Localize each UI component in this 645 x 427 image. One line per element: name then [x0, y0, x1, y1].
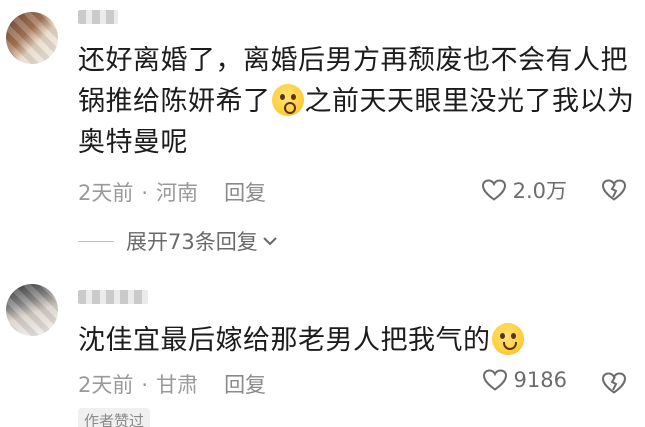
like-button[interactable]: 2.0万	[481, 175, 567, 205]
comment-meta: 2天前 · 甘肃 回复	[78, 369, 266, 399]
comment-item: 沈佳宜最后嫁给那老男人把我气的 2天前 · 甘肃 回复 9186 作者赞过	[0, 272, 645, 427]
separator: ·	[141, 373, 149, 397]
smiling-face-emoji-icon	[491, 323, 524, 355]
like-count: 2.0万	[512, 179, 567, 203]
expand-replies-label: 展开73条回复	[126, 230, 258, 254]
like-button[interactable]: 9186	[482, 368, 567, 392]
comment-time: 2天前	[78, 181, 134, 205]
heart-icon	[482, 369, 507, 391]
comment-meta: 2天前 · 河南 回复	[78, 177, 266, 207]
author-liked-badge: 作者赞过	[78, 408, 151, 427]
heart-icon	[481, 179, 506, 201]
comment-location: 河南	[156, 181, 199, 205]
comment-text: 还好离婚了，离婚后男方再颓废也不会有人把锅推给陈妍希了 之前天天眼里没光了我以为奥…	[78, 40, 638, 163]
expand-replies-button[interactable]: 展开73条回复	[78, 226, 278, 256]
separator: ·	[141, 181, 149, 205]
username-blurred[interactable]	[78, 10, 118, 24]
dislike-icon[interactable]	[601, 178, 627, 202]
divider	[78, 240, 114, 242]
dislike-icon[interactable]	[601, 371, 627, 395]
comment-text: 沈佳宜最后嫁给那老男人把我气的	[78, 320, 638, 361]
reply-button[interactable]: 回复	[224, 181, 266, 205]
avatar[interactable]	[6, 284, 58, 336]
avatar[interactable]	[6, 12, 58, 64]
comment-item: 还好离婚了，离婚后男方再颓废也不会有人把锅推给陈妍希了 之前天天眼里没光了我以为奥…	[0, 0, 645, 262]
comment-time: 2天前	[78, 373, 134, 397]
scared-face-emoji-icon	[271, 84, 304, 116]
chevron-down-icon	[263, 237, 277, 246]
reply-button[interactable]: 回复	[224, 373, 266, 397]
username-blurred[interactable]	[78, 290, 148, 304]
comment-location: 甘肃	[156, 373, 199, 397]
like-count: 9186	[513, 368, 567, 392]
comment-text-part: 沈佳宜最后嫁给那老男人把我气的	[78, 325, 491, 356]
